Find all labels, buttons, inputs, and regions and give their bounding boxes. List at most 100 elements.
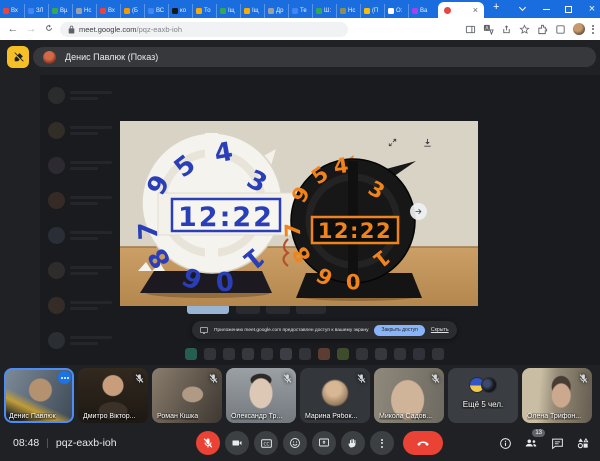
activities-icon[interactable] bbox=[576, 436, 590, 450]
forward-button[interactable]: → bbox=[22, 23, 40, 35]
mic-off-icon bbox=[578, 371, 589, 382]
browser-tab-5[interactable]: Вх bbox=[96, 4, 120, 18]
participant-tile-3[interactable]: Роман Кішка bbox=[152, 368, 222, 423]
tab-favicon bbox=[412, 8, 418, 14]
participant-tile-2[interactable]: Дмитро Віктор... bbox=[78, 368, 148, 423]
tab-favicon bbox=[28, 8, 34, 14]
browser-tab-3[interactable]: Вµ bbox=[48, 4, 72, 18]
participant-tile-1[interactable]: Денис Павлюк bbox=[4, 368, 74, 423]
profile-avatar[interactable] bbox=[573, 23, 585, 35]
end-call-button[interactable] bbox=[403, 431, 443, 455]
download-icon[interactable] bbox=[420, 135, 434, 149]
clock-ring-digit: 0 bbox=[214, 264, 235, 295]
new-tab-button[interactable]: + bbox=[493, 1, 499, 13]
participants-icon[interactable]: 13 bbox=[524, 436, 538, 450]
camera-button[interactable] bbox=[225, 431, 249, 455]
present-screen-button[interactable] bbox=[312, 431, 336, 455]
presenter-name: Денис Павлюк (Показ) bbox=[65, 52, 158, 62]
tab-favicon bbox=[364, 8, 370, 14]
background-ui-fragment bbox=[185, 348, 197, 360]
window-maximize-button[interactable] bbox=[560, 0, 576, 18]
background-chat-row bbox=[48, 227, 112, 244]
browser-tab-18[interactable]: Ва bbox=[408, 4, 432, 18]
browser-tab-8[interactable]: ко bbox=[168, 4, 192, 18]
tab-label: Нс bbox=[348, 8, 355, 14]
svg-text:12:22: 12:22 bbox=[318, 219, 392, 243]
participant-name: Марина Рябок... bbox=[305, 413, 357, 420]
tab-favicon bbox=[388, 8, 394, 14]
active-tab-meet[interactable]: × bbox=[438, 2, 484, 18]
browser-tab-12[interactable]: Др bbox=[264, 4, 288, 18]
mic-off-icon bbox=[356, 371, 367, 382]
browser-tab-17[interactable]: О: bbox=[384, 4, 408, 18]
presenter-banner[interactable]: Денис Павлюк (Показ) bbox=[33, 47, 596, 67]
presenter-avatar bbox=[43, 51, 56, 64]
shared-screen: 543978601 12:22 459378601 12:22 bbox=[40, 75, 600, 365]
browser-tab-1[interactable]: Вх bbox=[0, 4, 24, 18]
browser-tab-13[interactable]: Те bbox=[288, 4, 312, 18]
share-icon[interactable] bbox=[501, 24, 512, 35]
background-chat-row bbox=[48, 122, 112, 139]
browser-tab-14[interactable]: Ш: bbox=[312, 4, 336, 18]
tab-label: О: bbox=[396, 8, 402, 14]
tab-favicon bbox=[340, 8, 346, 14]
tab-label: ВС bbox=[156, 8, 164, 14]
tile-more-options-badge[interactable] bbox=[58, 371, 71, 384]
background-ui-fragment bbox=[413, 348, 425, 360]
raise-hand-button[interactable] bbox=[341, 431, 365, 455]
tab-favicon bbox=[148, 8, 154, 14]
stop-sharing-button[interactable]: Закрыть доступ bbox=[374, 325, 424, 336]
browser-menu-icon[interactable] bbox=[592, 25, 594, 34]
browser-tab-15[interactable]: Нс bbox=[336, 4, 360, 18]
participant-tile-7[interactable]: Ещё 5 чел. bbox=[448, 368, 518, 423]
browser-tab-9[interactable]: То bbox=[192, 4, 216, 18]
browser-tab-2[interactable]: ЗЛ bbox=[24, 4, 48, 18]
side-panel-icon[interactable] bbox=[465, 24, 476, 35]
tab-label: Ш: bbox=[324, 8, 331, 14]
recording-dot-icon bbox=[444, 7, 451, 14]
extensions-icon[interactable] bbox=[537, 24, 548, 35]
mic-off-icon bbox=[282, 371, 293, 382]
participant-tile-4[interactable]: Олександр Тр... bbox=[226, 368, 296, 423]
tab-label: Др bbox=[276, 8, 283, 14]
media-box-icon[interactable] bbox=[555, 24, 566, 35]
separator: | bbox=[46, 438, 49, 449]
lock-icon bbox=[68, 25, 75, 34]
reactions-button[interactable] bbox=[283, 431, 307, 455]
tab-search-chevron-icon[interactable] bbox=[514, 0, 530, 18]
background-chat-row bbox=[48, 332, 112, 349]
more-options-button[interactable] bbox=[370, 431, 394, 455]
reload-button[interactable] bbox=[40, 23, 58, 36]
participant-filmstrip: Денис ПавлюкДмитро Віктор...Роман КішкаО… bbox=[0, 368, 600, 423]
address-bar[interactable]: meet.google.com/pqz-eaxb-ioh bbox=[60, 22, 348, 37]
mic-off-button[interactable] bbox=[196, 431, 220, 455]
chat-icon[interactable] bbox=[550, 436, 564, 450]
participant-tile-8[interactable]: Олена Трифон... bbox=[522, 368, 592, 423]
url-text: meet.google.com/pqz-eaxb-ioh bbox=[79, 25, 182, 34]
background-ui-fragment bbox=[375, 348, 387, 360]
participant-tile-5[interactable]: Марина Рябок... bbox=[300, 368, 370, 423]
next-image-button[interactable] bbox=[410, 203, 427, 220]
browser-tab-6[interactable]: (Б bbox=[120, 4, 144, 18]
tab-favicon bbox=[3, 8, 9, 14]
meeting-details-icon[interactable] bbox=[498, 436, 512, 450]
browser-tab-10[interactable]: Іщ bbox=[216, 4, 240, 18]
window-minimize-button[interactable] bbox=[538, 0, 554, 18]
fullscreen-icon[interactable] bbox=[385, 135, 399, 149]
captions-button[interactable]: CC bbox=[254, 431, 278, 455]
browser-toolbar: ← → meet.google.com/pqz-eaxb-ioh A bbox=[0, 18, 600, 40]
browser-tab-7[interactable]: ВС bbox=[144, 4, 168, 18]
hide-share-link[interactable]: Скрыть bbox=[431, 327, 449, 333]
bookmark-star-icon[interactable] bbox=[519, 24, 530, 35]
translate-icon[interactable]: A bbox=[483, 24, 494, 35]
browser-tab-11[interactable]: Іщ bbox=[240, 4, 264, 18]
back-button[interactable]: ← bbox=[4, 23, 22, 35]
browser-tab-16[interactable]: (П bbox=[360, 4, 384, 18]
browser-tab-4[interactable]: Нс bbox=[72, 4, 96, 18]
window-close-button[interactable]: × bbox=[584, 0, 600, 18]
background-ui-fragment bbox=[394, 348, 406, 360]
background-ui-fragment bbox=[261, 348, 273, 360]
participant-tile-6[interactable]: Микола Садов... bbox=[374, 368, 444, 423]
presentation-indicator[interactable] bbox=[7, 46, 29, 68]
tab-close-icon[interactable]: × bbox=[473, 6, 478, 15]
